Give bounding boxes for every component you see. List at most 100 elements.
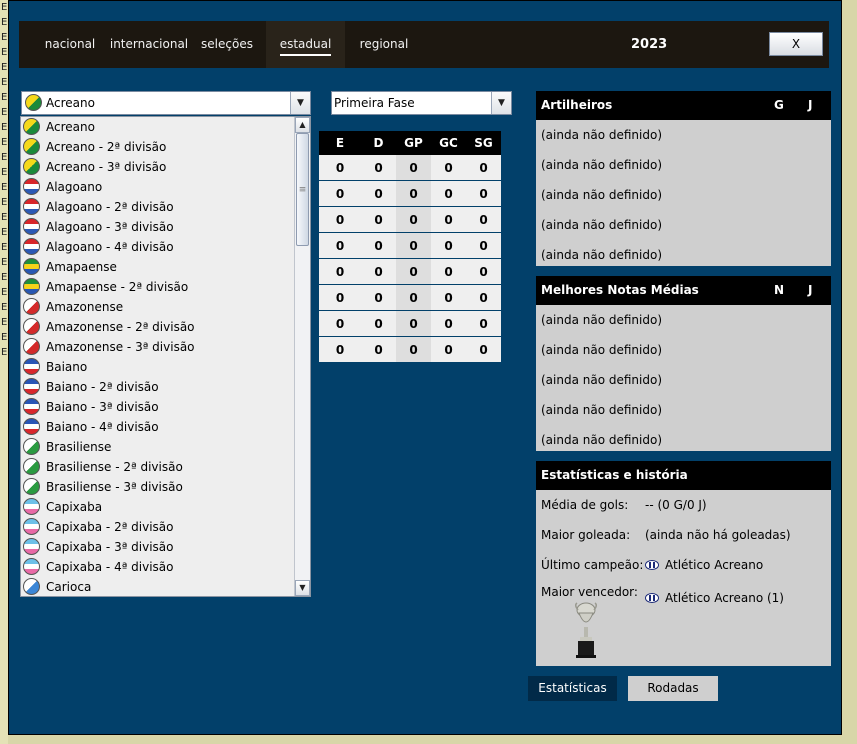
state-flag-icon [23,198,40,215]
dropdown-item[interactable]: Baiano [21,357,310,377]
chevron-down-icon[interactable]: ▼ [290,92,310,114]
top-winner-name: Atlético Acreano (1) [665,591,784,605]
state-flag-icon [23,578,40,595]
dropdown-item-label: Capixaba - 2ª divisão [46,520,174,534]
dropdown-item[interactable]: Capixaba - 2ª divisão [21,517,310,537]
rating-row: (ainda não definido) [541,403,663,417]
avg-goals-label: Média de gols: [541,498,629,512]
last-champion-name: Atlético Acreano [665,558,764,572]
dropdown-item[interactable]: Baiano - 3ª divisão [21,397,310,417]
table-cell: 0 [479,343,488,357]
phase-select[interactable]: Primeira Fase ▼ [331,91,512,115]
dropdown-item[interactable]: Acreano - 2ª divisão [21,137,310,157]
last-champion-value[interactable]: Atlético Acreano [645,550,763,580]
table-cell: 0 [396,337,431,362]
col-header-d: D [373,136,384,150]
rating-row: (ainda não definido) [541,433,663,447]
tab-estadual[interactable]: estadual [266,21,345,68]
tab-selecoes[interactable]: seleções [195,21,259,68]
state-flag-icon [23,358,40,375]
tab-nacional[interactable]: nacional [37,21,103,68]
stats-history-header: Estatísticas e história [536,461,831,490]
table-cell: 0 [335,317,345,331]
chevron-down-icon[interactable]: ▼ [491,92,511,114]
dropdown-item[interactable]: Amazonense - 3ª divisão [21,337,310,357]
table-cell: 0 [374,265,383,279]
table-cell: 0 [396,181,431,206]
phase-select-value: Primeira Fase [334,96,415,110]
dropdown-item[interactable]: Amapaense - 2ª divisão [21,277,310,297]
table-cell: 0 [335,213,345,227]
scorers-col-games: J [808,98,813,112]
dropdown-item[interactable]: Brasiliense - 2ª divisão [21,457,310,477]
stats-history-panel: Estatísticas e história Média de gols: -… [536,461,831,666]
col-header-sg: SG [474,136,493,150]
scroll-down-icon[interactable]: ▼ [295,580,310,596]
state-flag-icon [23,518,40,535]
dropdown-item[interactable]: Amazonense - 2ª divisão [21,317,310,337]
state-flag-icon [23,318,40,335]
dropdown-item[interactable]: Acreano - 3ª divisão [21,157,310,177]
dropdown-item[interactable]: Brasiliense [21,437,310,457]
avg-goals-row: Média de gols: -- (0 G/0 J) [536,490,831,520]
scorer-row: (ainda não definido) [541,188,663,202]
col-header-gc: GC [439,136,458,150]
table-cell: 0 [374,161,383,175]
dropdown-item[interactable]: Baiano - 2ª divisão [21,377,310,397]
ratings-col-note: N [774,283,785,297]
ratings-col-games: J [808,283,813,297]
dropdown-item[interactable]: Amapaense [21,257,310,277]
dropdown-item-label: Amazonense - 2ª divisão [46,320,195,334]
tab-estatisticas[interactable]: Estatísticas [528,676,617,701]
table-cell: 0 [479,187,488,201]
scroll-thumb[interactable]: ≡ [296,133,309,246]
dropdown-item[interactable]: Alagoano - 2ª divisão [21,197,310,217]
tab-regional[interactable]: regional [345,21,423,68]
dropdown-item[interactable]: Baiano - 4ª divisão [21,417,310,437]
dropdown-item[interactable]: Alagoano [21,177,310,197]
table-cell: 0 [335,239,345,253]
dropdown-item-label: Brasiliense - 3ª divisão [46,480,183,494]
dropdown-item-label: Baiano - 2ª divisão [46,380,159,394]
tab-rodadas[interactable]: Rodadas [628,676,718,701]
dropdown-item[interactable]: Acreano [21,117,310,137]
table-cell: 0 [479,161,488,175]
team-crest-icon [645,593,659,603]
dropdown-item[interactable]: Amazonense [21,297,310,317]
dropdown-item[interactable]: Alagoano - 4ª divisão [21,237,310,257]
col-header-gp: GP [404,136,423,150]
state-flag-icon [23,558,40,575]
scroll-up-icon[interactable]: ▲ [295,117,310,133]
team-crest-icon [645,560,659,570]
top-winner-value[interactable]: Atlético Acreano (1) [645,583,784,613]
dropdown-item[interactable]: Brasiliense - 3ª divisão [21,477,310,497]
state-dropdown-list[interactable]: Acreano Acreano - 2ª divisão Acreano - 3ª … [20,116,311,597]
dropdown-scrollbar[interactable]: ▲ ≡ ▼ [294,117,310,596]
table-cell: 0 [374,213,383,227]
col-header-e: E [335,136,345,150]
dropdown-item-label: Capixaba - 4ª divisão [46,560,174,574]
state-flag-icon [23,438,40,455]
tab-internacional[interactable]: internacional [105,21,193,68]
close-button[interactable]: X [769,32,823,56]
state-flag-icon [23,158,40,175]
dropdown-item-label: Acreano [46,120,95,134]
table-cell: 0 [396,207,431,232]
ratings-title: Melhores Notas Médias [541,283,699,297]
dropdown-item[interactable]: Alagoano - 3ª divisão [21,217,310,237]
dropdown-item-label: Alagoano - 4ª divisão [46,240,174,254]
biggest-win-label: Maior goleada: [541,528,631,542]
state-select[interactable]: Acreano ▼ [21,91,311,115]
table-cell: 0 [479,213,488,227]
dropdown-item-label: Alagoano - 2ª divisão [46,200,174,214]
dropdown-item-label: Baiano - 4ª divisão [46,420,159,434]
dropdown-item[interactable]: Carioca [21,577,310,596]
table-row: 00000 [319,337,501,363]
dropdown-item[interactable]: Capixaba [21,497,310,517]
dropdown-item[interactable]: Capixaba - 3ª divisão [21,537,310,557]
last-champion-label: Último campeão: [541,558,644,572]
dropdown-item[interactable]: Capixaba - 4ª divisão [21,557,310,577]
scorers-header: Artilheiros G J [536,91,831,120]
table-cell: 0 [479,265,488,279]
state-flag-icon [23,238,40,255]
